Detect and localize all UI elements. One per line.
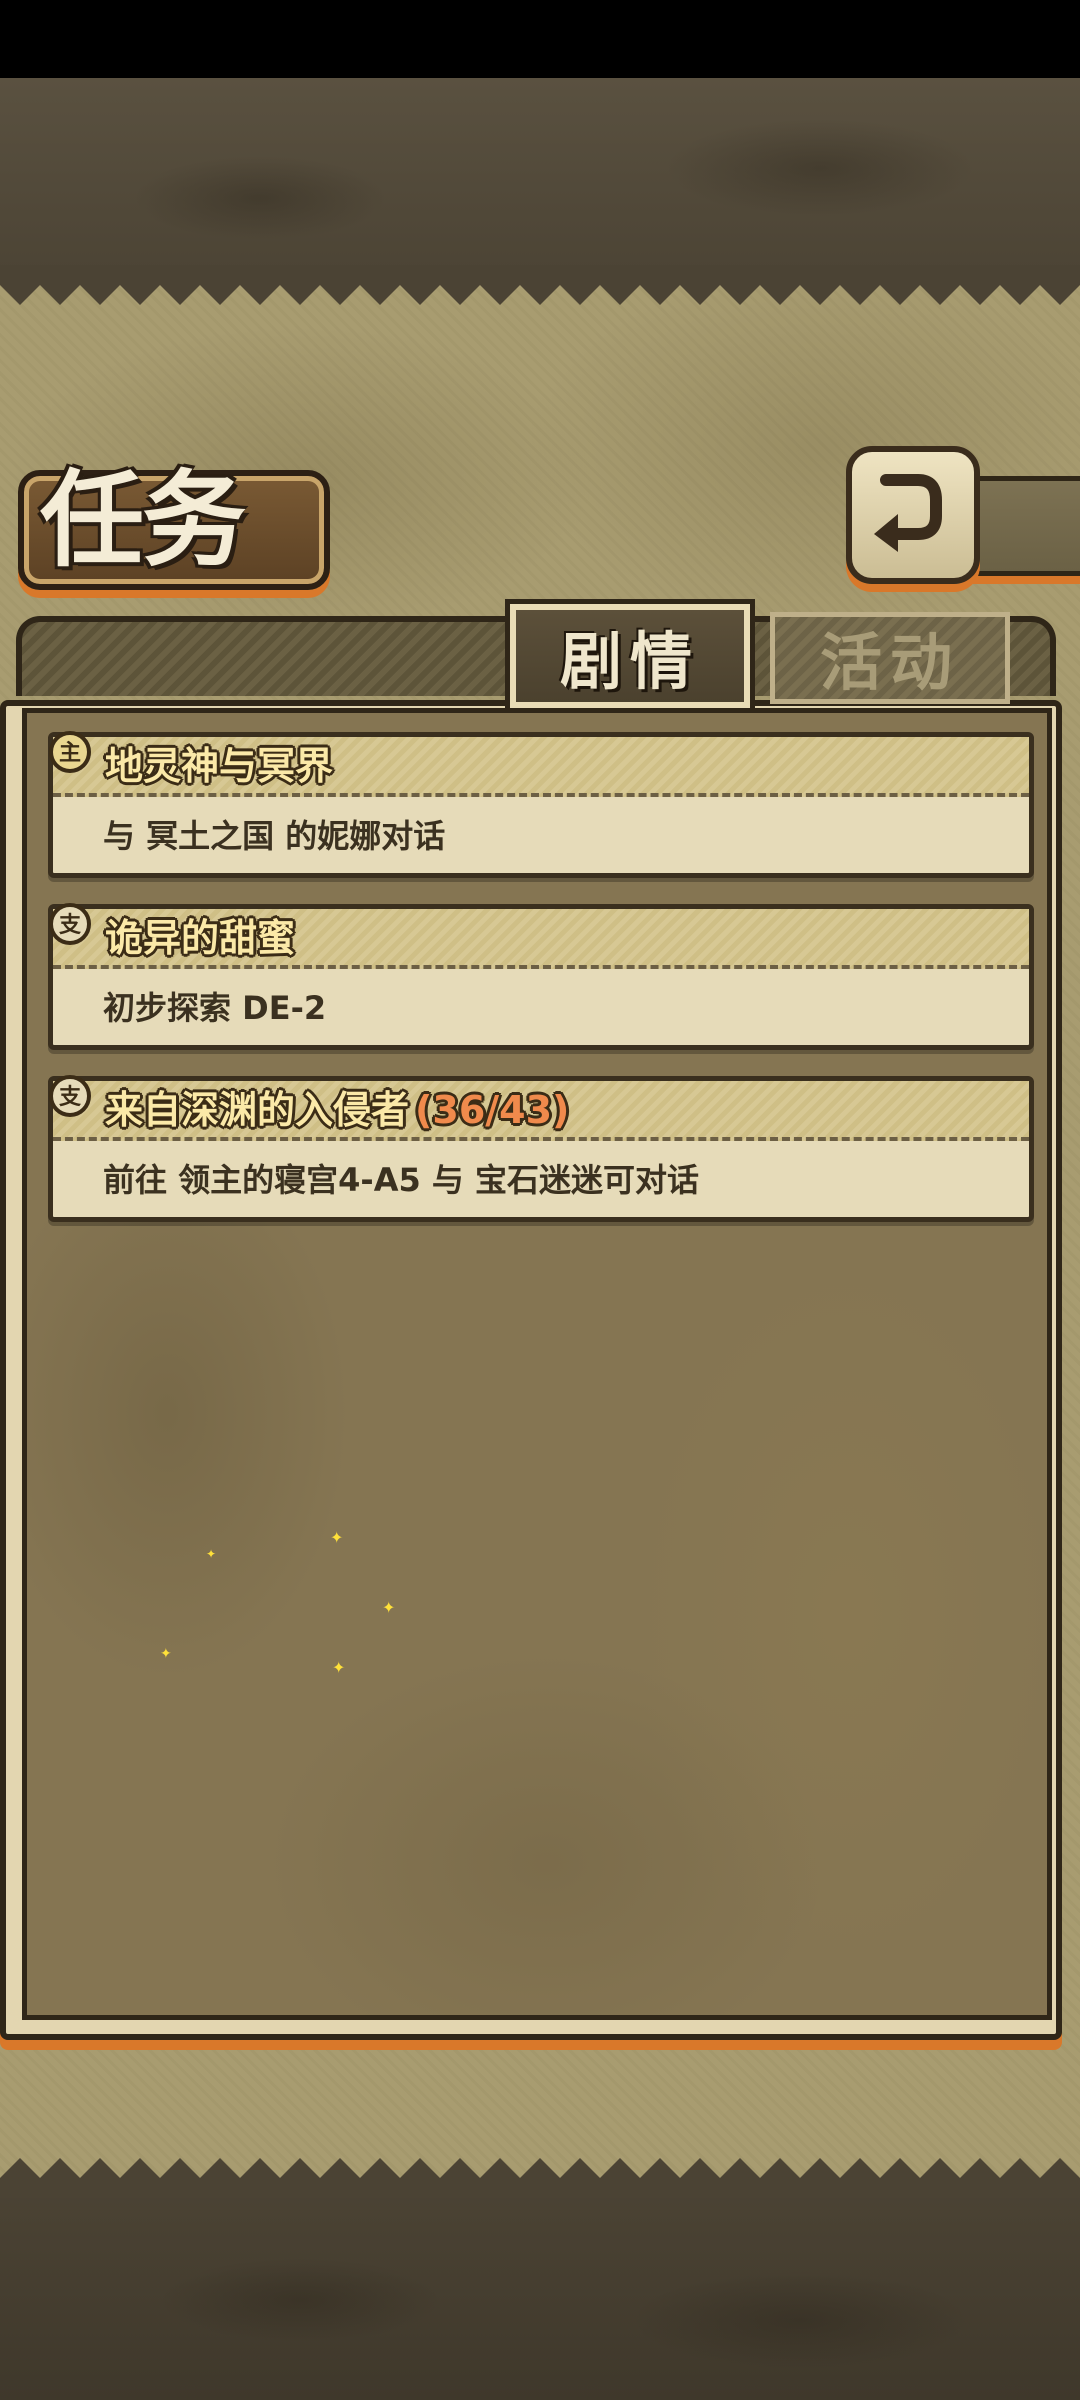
quest-screen: 任务 剧情 活动 主 地灵神与冥界 与 冥土之国 的妮娜对话 支 诡异的甜蜜 初… — [0, 0, 1080, 2400]
sparkle-icon: ✦ — [160, 1646, 172, 1662]
quest-title: 来自深渊的入侵者 (36/43) — [105, 1088, 570, 1132]
quest-progress: (36/43) — [415, 1088, 570, 1132]
quest-title: 地灵神与冥界 — [105, 744, 334, 788]
side-quest-icon-glyph: 支 — [59, 1085, 82, 1110]
tab-events[interactable]: 活动 — [770, 612, 1010, 704]
quest-description: 与 冥土之国 的妮娜对话 — [103, 817, 446, 855]
back-button[interactable] — [846, 446, 980, 584]
side-quest-icon: 支 — [49, 903, 91, 945]
status-bar — [0, 0, 1080, 78]
back-arrow-icon — [874, 474, 942, 552]
side-quest-icon: 支 — [49, 1075, 91, 1117]
zigzag-edge-top — [0, 265, 1080, 305]
sparkle-icon: ✦ — [330, 1528, 344, 1547]
sparkle-icon: ✦ — [206, 1547, 217, 1561]
tab-story[interactable]: 剧情 — [505, 599, 755, 713]
page-title: 任务 — [40, 458, 246, 581]
quest-description: 前往 领主的寝宫4-A5 与 宝石迷迷可对话 — [103, 1161, 700, 1199]
quest-header: 支 来自深渊的入侵者 (36/43) — [49, 1075, 1029, 1141]
sparkle-icon: ✦ — [382, 1598, 396, 1617]
main-quest-icon: 主 — [49, 731, 91, 773]
quest-description: 初步探索 DE-2 — [103, 989, 327, 1027]
sparkle-icon: ✦ — [332, 1658, 346, 1677]
quest-item[interactable]: 支 诡异的甜蜜 初步探索 DE-2 — [48, 903, 1034, 1050]
side-quest-icon-glyph: 支 — [59, 913, 82, 938]
map-background-top — [0, 78, 1080, 288]
quest-title: 诡异的甜蜜 — [105, 916, 296, 960]
zigzag-edge-bottom — [0, 2158, 1080, 2198]
quest-item[interactable]: 支 来自深渊的入侵者 (36/43) 前往 领主的寝宫4-A5 与 宝石迷迷可对话 — [48, 1075, 1034, 1222]
quest-header: 支 诡异的甜蜜 — [49, 903, 1029, 969]
main-quest-icon-glyph: 主 — [59, 741, 81, 766]
quest-item[interactable]: 主 地灵神与冥界 与 冥土之国 的妮娜对话 — [48, 731, 1034, 878]
quest-header: 主 地灵神与冥界 — [49, 731, 1029, 797]
map-background-bottom — [0, 2190, 1080, 2400]
